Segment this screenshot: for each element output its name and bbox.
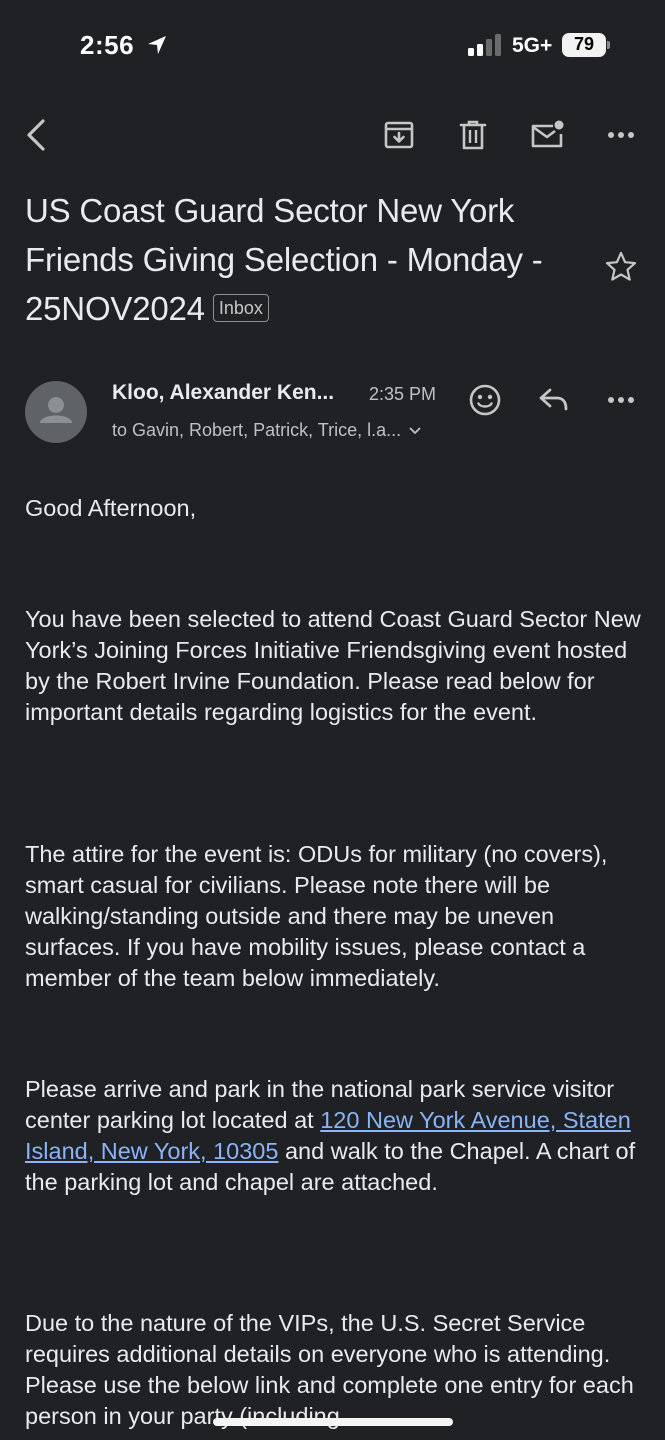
more-horizontal-icon [608,132,634,138]
more-options-button[interactable] [593,104,649,166]
paragraph-secret-service: Due to the nature of the VIPs, the U.S. … [25,1310,634,1429]
battery-icon: 79 [562,33,610,57]
reply-icon [539,388,568,411]
add-reaction-button[interactable] [461,376,509,424]
sender-name[interactable]: Kloo, Alexander Ken... [112,381,334,405]
reply-button[interactable] [530,376,578,424]
delete-button[interactable] [445,104,501,166]
paragraph-parking: Please arrive and park in the national p… [25,1074,645,1198]
sender-avatar[interactable] [25,381,87,443]
location-arrow-icon [148,36,166,54]
sent-time: 2:35 PM [369,384,437,404]
mark-unread-button[interactable] [519,104,575,166]
archive-button[interactable] [371,104,427,166]
network-type: 5G+ [512,34,553,57]
signal-icon [468,34,501,56]
paragraph-selection: You have been selected to attend Coast G… [25,606,641,725]
trash-icon [459,120,487,150]
inbox-label[interactable]: Inbox [212,294,269,322]
battery-level: 79 [573,34,595,54]
greeting: Good Afternoon, [25,495,197,521]
back-button[interactable] [8,104,64,166]
message-more-button[interactable] [597,376,645,424]
more-horizontal-icon [608,397,634,403]
back-arrow-icon [27,119,45,151]
chevron-down-icon [409,427,421,434]
emoji-icon [469,384,501,416]
recipients-list: to Gavin, Robert, Patrick, Trice, l.a... [112,420,402,440]
subject-text: US Coast Guard Sector New York Friends G… [25,192,543,327]
email-toolbar [0,104,665,166]
status-bar: 2:56 5G+ 79 [0,0,665,92]
paragraph-attire: The attire for the event is: ODUs for mi… [25,841,608,991]
mail-unread-icon [531,120,564,148]
status-time: 2:56 [80,30,135,60]
recipients-toggle[interactable]: to Gavin, Robert, Patrick, Trice, l.a... [112,420,421,441]
home-indicator[interactable] [213,1418,453,1426]
email-subject: US Coast Guard Sector New York Friends G… [25,186,595,333]
archive-icon [384,121,414,149]
person-icon [40,397,72,423]
star-icon[interactable] [604,250,638,284]
